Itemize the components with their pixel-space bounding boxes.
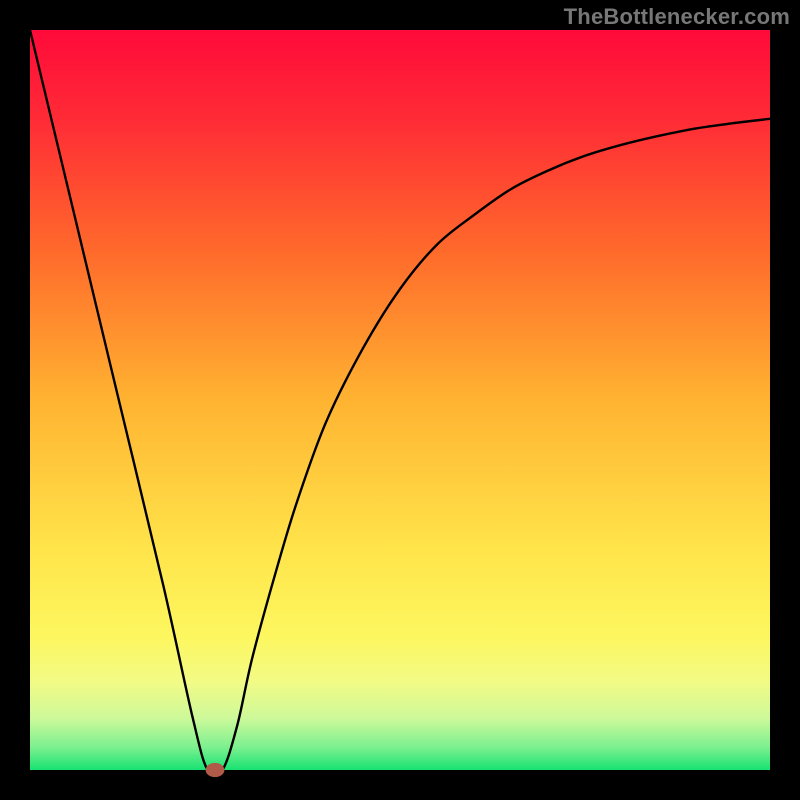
- optimal-point-marker: [206, 763, 224, 776]
- frame-bottom: [0, 770, 800, 800]
- plot-background: [30, 30, 770, 770]
- chart-stage: TheBottlenecker.com: [0, 0, 800, 800]
- watermark-text: TheBottlenecker.com: [564, 4, 790, 30]
- frame-right: [770, 0, 800, 800]
- frame-left: [0, 0, 30, 800]
- bottleneck-chart: [0, 0, 800, 800]
